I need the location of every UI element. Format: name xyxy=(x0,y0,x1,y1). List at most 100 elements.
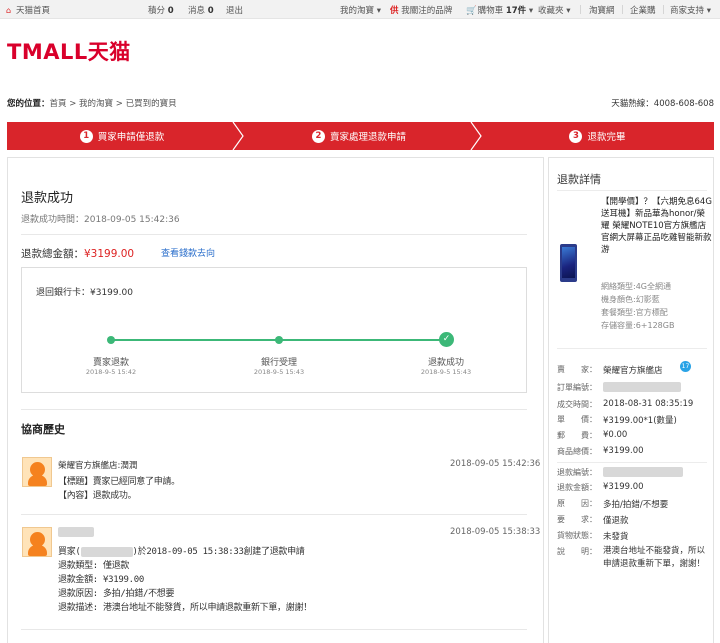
fav-badge-icon: 供 xyxy=(390,6,399,16)
description-value: 港澳台地址不能發貨，所以申請退款重新下單，謝謝！ xyxy=(603,546,706,569)
followed-brands-link[interactable]: 供 我關注的品牌 xyxy=(390,4,452,16)
product-image[interactable] xyxy=(560,244,577,282)
message-line: 【標題】賣家已經同意了申請。 xyxy=(58,477,180,487)
tmall-logo[interactable]: TMALL天猫 xyxy=(7,36,131,66)
order-no-label: 訂單編號： xyxy=(557,383,597,392)
divider xyxy=(21,629,527,630)
hotline: 天貓熱線：4008-608-608 xyxy=(611,99,714,109)
timeline-date: 2018-9-5 15:43 xyxy=(420,368,472,376)
message-line: 退款類型: 僅退款 xyxy=(58,561,130,571)
deal-time-label: 成交時間： xyxy=(557,400,597,409)
timeline-label: 退款成功 xyxy=(427,358,464,368)
chevron-down-icon: ▾ xyxy=(566,6,571,16)
chevron-down-icon: ▾ xyxy=(528,6,534,16)
order-no-value[interactable] xyxy=(603,382,681,393)
enterprise-link[interactable]: 企業購 xyxy=(630,4,656,16)
avatar xyxy=(22,457,52,487)
bank-refund: 退回銀行卡：¥3199.00 xyxy=(36,288,133,298)
sidebar-title: 退款詳情 xyxy=(557,173,601,186)
goods-status-value: 未發貨 xyxy=(603,532,629,542)
message-line: 退款金額: ¥3199.00 xyxy=(58,575,144,585)
chevron-down-icon: ▾ xyxy=(706,6,711,16)
unit-price-label: 單 價： xyxy=(557,415,597,424)
description-label: 說 明： xyxy=(557,547,597,556)
timeline-dot xyxy=(107,336,115,344)
divider xyxy=(21,234,527,235)
redacted-buyer xyxy=(80,546,133,557)
divider xyxy=(557,462,707,463)
message-time: 2018-09-05 15:42:36 xyxy=(450,459,541,469)
top-bar: ⌂ 天猫首頁 積分 0 消息 0 退出 我的淘寶 ▾ 供 我關注的品牌 🛒購物車 … xyxy=(0,0,720,19)
step-1: 1 買家申請僅退款 xyxy=(7,122,237,150)
divider xyxy=(580,5,581,14)
breadcrumb: 您的位置：首頁 > 我的淘寶 > 已買到的寶貝 xyxy=(7,99,177,109)
divider xyxy=(557,190,707,191)
timeline-date: 2018-9-5 15:42 xyxy=(85,368,137,376)
total-price-label: 商品總價： xyxy=(557,447,597,456)
messages[interactable]: 消息 0 xyxy=(188,4,214,16)
refund-total: 退款總金額：¥3199.00 xyxy=(21,248,135,260)
seller-label: 賣 家： xyxy=(557,365,597,374)
avatar xyxy=(22,527,52,557)
page-title: 退款成功 xyxy=(21,191,74,206)
timeline-date: 2018-9-5 15:43 xyxy=(253,368,305,376)
timeline-label: 賣家退款 xyxy=(92,358,129,368)
request-value: 僅退款 xyxy=(603,516,629,526)
divider xyxy=(557,348,707,349)
refund-no-value xyxy=(603,467,683,478)
cart-link[interactable]: 🛒購物車 17件 ▾ xyxy=(466,4,533,16)
unit-price-value: ¥3199.00*1(數量) xyxy=(603,416,677,426)
message-author: 榮耀官方旗艦店:潤潤 xyxy=(58,461,138,471)
product-spec: 機身顏色:幻影藍 xyxy=(601,295,660,304)
message-line: 【內容】退款成功。 xyxy=(58,491,137,501)
reason-value: 多拍/拍錯/不想要 xyxy=(603,500,669,510)
refund-amount-value: ¥3199.00 xyxy=(603,482,644,492)
refund-no-label: 退款編號： xyxy=(557,468,597,477)
request-label: 要 求： xyxy=(557,515,597,524)
product-spec: 網絡類型:4G全網通 xyxy=(601,282,671,291)
my-taobao-menu[interactable]: 我的淘寶 ▾ xyxy=(340,4,381,16)
home-icon: ⌂ xyxy=(6,6,12,15)
history-title: 協商歷史 xyxy=(21,423,65,436)
message-line: 退款描述: 港澳台地址不能發貨，所以申請退款重新下單，謝謝！ xyxy=(58,603,312,613)
timeline-dot xyxy=(275,336,283,344)
message-line: 買家()於2018-09-05 15:38:33創建了退款申請 xyxy=(58,546,305,557)
message-time: 2018-09-05 15:38:33 xyxy=(450,527,541,537)
redacted-order-no xyxy=(603,382,681,392)
redacted-name xyxy=(58,527,94,537)
refund-progress-box: 退回銀行卡：¥3199.00 ✓ 賣家退款 2018-9-5 15:42 銀行受… xyxy=(21,267,527,393)
home-link[interactable]: ⌂ 天猫首頁 xyxy=(6,4,50,16)
taobao-link[interactable]: 淘寶網 xyxy=(589,4,615,16)
trace-money-link[interactable]: 查看錢款去向 xyxy=(161,246,215,259)
goods-status-label: 貨物狀態： xyxy=(557,531,597,540)
reason-label: 原 因： xyxy=(557,499,597,508)
shipping-label: 郵 費： xyxy=(557,431,597,440)
product-spec: 套餐類型:官方標配 xyxy=(601,308,668,317)
product-title-link[interactable]: 【開學價】？【六期免息64G送耳機】新品華為honor/榮耀 榮耀NOTE10官… xyxy=(601,196,713,256)
timeline-label: 銀行受理 xyxy=(260,358,297,368)
progress-steps: 1 買家申請僅退款 2 賣家處理退款申請 3 退款完畢 xyxy=(7,122,714,150)
total-price-value: ¥3199.00 xyxy=(603,446,644,456)
message-line: 退款原因: 多拍/拍錯/不想要 xyxy=(58,589,175,599)
step-3: 3 退款完畢 xyxy=(481,122,714,150)
breadcrumb-path[interactable]: 首頁 > 我的淘寶 > 已買到的寶貝 xyxy=(50,99,177,109)
seller-name-link[interactable]: 榮耀官方旗艦店 xyxy=(603,364,663,376)
refund-amount-label: 退款金額： xyxy=(557,483,597,492)
check-icon: ✓ xyxy=(439,332,454,347)
deal-time-value: 2018-08-31 08:35:19 xyxy=(603,399,694,409)
redacted-refund-no xyxy=(603,467,683,477)
divider xyxy=(21,514,527,515)
product-spec: 存儲容量:6+128GB xyxy=(601,321,675,330)
divider xyxy=(663,5,664,14)
divider xyxy=(21,409,527,410)
points[interactable]: 積分 0 xyxy=(148,4,174,16)
shipping-value: ¥0.00 xyxy=(603,430,628,440)
divider xyxy=(622,5,623,14)
favorites-menu[interactable]: 收藏夾 ▾ xyxy=(538,4,571,16)
chat-bird-icon[interactable]: 17 xyxy=(680,361,691,372)
merchant-menu[interactable]: 商家支持 ▾ xyxy=(670,4,711,16)
success-time: 退款成功時間：2018-09-05 15:42:36 xyxy=(21,215,180,225)
logout-link[interactable]: 退出 xyxy=(226,4,243,16)
cart-icon: 🛒 xyxy=(466,6,477,16)
message-author xyxy=(58,527,94,538)
